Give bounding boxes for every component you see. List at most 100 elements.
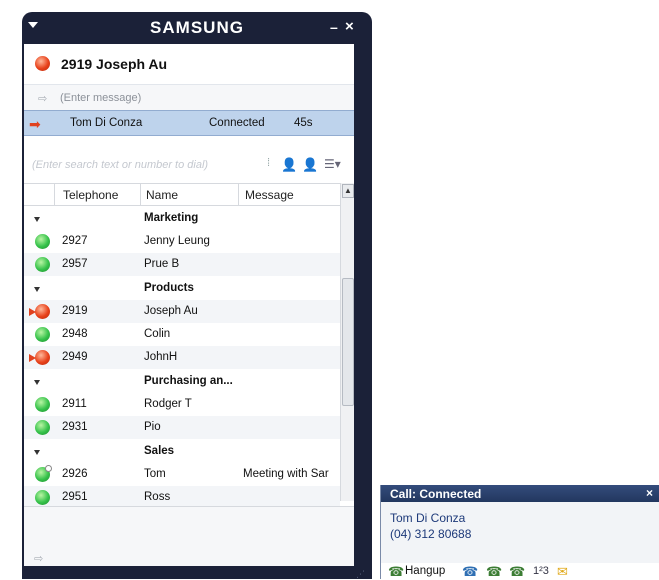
busy-status-icon	[35, 56, 50, 71]
contact-row[interactable]: 2926 Tom Meeting with Sar	[24, 463, 340, 486]
contact-name: Jenny Leung	[144, 235, 210, 247]
group-header[interactable]: Purchasing an...	[24, 373, 340, 393]
contact-name: JohnH	[144, 351, 178, 363]
message-entry-row[interactable]: ⇨ (Enter message)	[24, 84, 354, 110]
popup-caller-number: (04) 312 80688	[390, 527, 472, 541]
column-message[interactable]: Message	[245, 188, 294, 202]
contact-row[interactable]: 2927 Jenny Leung	[24, 230, 340, 253]
contact-message: Meeting with Sar	[243, 468, 329, 480]
call-status: Connected	[209, 117, 265, 129]
contact-telephone: 2931	[62, 421, 88, 433]
view-menu-icon[interactable]: ☰▾	[324, 157, 341, 171]
contact-telephone: 2951	[62, 491, 88, 503]
collapse-icon[interactable]	[34, 217, 40, 222]
popup-caller-name: Tom Di Conza	[390, 511, 466, 525]
active-call-bar[interactable]: ➡ Tom Di Conza Connected 45s	[24, 110, 354, 136]
contact-telephone: 2948	[62, 328, 88, 340]
contact-name: Pio	[144, 421, 161, 433]
contact-row[interactable]: 2948 Colin	[24, 323, 340, 346]
group-header[interactable]: Marketing	[24, 210, 340, 230]
collapse-icon[interactable]	[34, 450, 40, 455]
scroll-up-icon[interactable]: ▲	[342, 184, 354, 198]
main-panel: 2919 Joseph Au ⇨ (Enter message) ➡ Tom D…	[24, 44, 354, 566]
contact-telephone: 2911	[62, 398, 87, 410]
contact-name: Joseph Au	[144, 305, 198, 317]
current-contact-header[interactable]: 2919 Joseph Au	[24, 52, 354, 76]
note-icon[interactable]: ✉	[557, 564, 568, 580]
samsung-client-window: SAMSUNG – × 2919 Joseph Au ⇨ (Enter mess…	[22, 12, 372, 579]
search-row: ⁞ 👤 👤 ☰▾	[24, 155, 354, 175]
contact-row[interactable]: 2931 Pio	[24, 416, 340, 439]
scroll-thumb[interactable]	[342, 278, 354, 406]
group-name: Products	[144, 282, 194, 294]
contact-row[interactable]: 2957 Prue B	[24, 253, 340, 276]
group-header[interactable]: Products	[24, 280, 340, 300]
busy-status-icon	[35, 304, 50, 319]
contact-name: Prue B	[144, 258, 180, 270]
contact-row[interactable]: 2919 Joseph Au	[24, 300, 340, 323]
hold-icon[interactable]: ☎	[486, 564, 502, 580]
keypad-button[interactable]: 1²3	[533, 565, 549, 577]
popup-title-bar[interactable]: Call: Connected ×	[381, 485, 659, 502]
contact-telephone: 2949	[62, 351, 88, 363]
compose-area[interactable]: ⇨	[24, 506, 354, 566]
group-header[interactable]: Sales	[24, 443, 340, 463]
available-status-icon	[35, 397, 50, 412]
toolbar-separator: ⁞	[267, 157, 271, 169]
resize-grip-icon[interactable]: ⋰	[356, 569, 365, 579]
popup-title: Call: Connected	[390, 487, 482, 501]
minimize-button[interactable]: –	[330, 19, 338, 35]
list-header: Telephone Name Message	[24, 183, 354, 206]
collapse-icon[interactable]	[34, 380, 40, 385]
contact-telephone: 2926	[62, 468, 88, 480]
group-name: Sales	[144, 445, 175, 457]
contact-telephone: 2927	[62, 235, 88, 247]
message-placeholder[interactable]: (Enter message)	[60, 92, 141, 104]
conference-icon[interactable]: ☎	[509, 564, 525, 580]
title-bar[interactable]: SAMSUNG – ×	[22, 12, 372, 44]
call-popup: Call: Connected × Tom Di Conza (04) 312 …	[380, 485, 659, 579]
available-status-icon	[35, 257, 50, 272]
contact-telephone: 2919	[62, 305, 88, 317]
close-button[interactable]: ×	[345, 18, 354, 35]
collapse-icon[interactable]	[34, 287, 40, 292]
available-status-icon	[35, 327, 50, 342]
column-divider	[54, 184, 55, 206]
contact-telephone: 2957	[62, 258, 88, 270]
call-party-name: Tom Di Conza	[70, 117, 143, 129]
add-contact-icon[interactable]: 👤	[281, 157, 297, 173]
group-name: Purchasing an...	[144, 375, 233, 387]
available-status-icon	[35, 420, 50, 435]
column-divider	[238, 184, 239, 206]
column-name[interactable]: Name	[146, 188, 178, 202]
available-status-icon	[35, 234, 50, 249]
contact-list: Marketing 2927 Jenny Leung 2957 Prue B P…	[24, 206, 340, 506]
popup-close-button[interactable]: ×	[646, 486, 653, 500]
list-scrollbar[interactable]: ▲ ▼	[340, 183, 354, 525]
column-divider	[140, 184, 141, 206]
contact-row[interactable]: 2911 Rodger T	[24, 393, 340, 416]
transfer-icon[interactable]: ☎	[462, 564, 478, 580]
contact-name: Colin	[144, 328, 171, 340]
contact-name: Ross	[144, 491, 171, 503]
hangup-button[interactable]: Hangup	[405, 565, 445, 577]
contact-row[interactable]: 2951 Ross	[24, 486, 340, 506]
note-badge-icon	[45, 465, 52, 472]
compose-icon: ⇨	[34, 553, 44, 565]
message-icon: ⇨	[38, 93, 48, 105]
available-status-icon	[35, 490, 50, 505]
window-frame-right	[354, 44, 372, 579]
on-call-arrow-icon	[29, 308, 36, 316]
contact-name: Rodger T	[144, 398, 192, 410]
contact-row[interactable]: 2949 JohnH	[24, 346, 340, 369]
search-input[interactable]	[32, 155, 264, 175]
popup-toolbar: ☎ Hangup ☎ ☎ ☎ 1²3 ✉	[381, 563, 659, 579]
busy-status-icon	[35, 350, 50, 365]
group-name: Marketing	[144, 212, 199, 224]
contact-name: Tom	[144, 468, 166, 480]
call-duration: 45s	[294, 117, 313, 129]
column-telephone[interactable]: Telephone	[63, 188, 118, 202]
hangup-icon[interactable]: ☎	[388, 564, 404, 580]
contact-options-icon[interactable]: 👤	[302, 157, 318, 173]
brand-title: SAMSUNG	[150, 18, 244, 37]
